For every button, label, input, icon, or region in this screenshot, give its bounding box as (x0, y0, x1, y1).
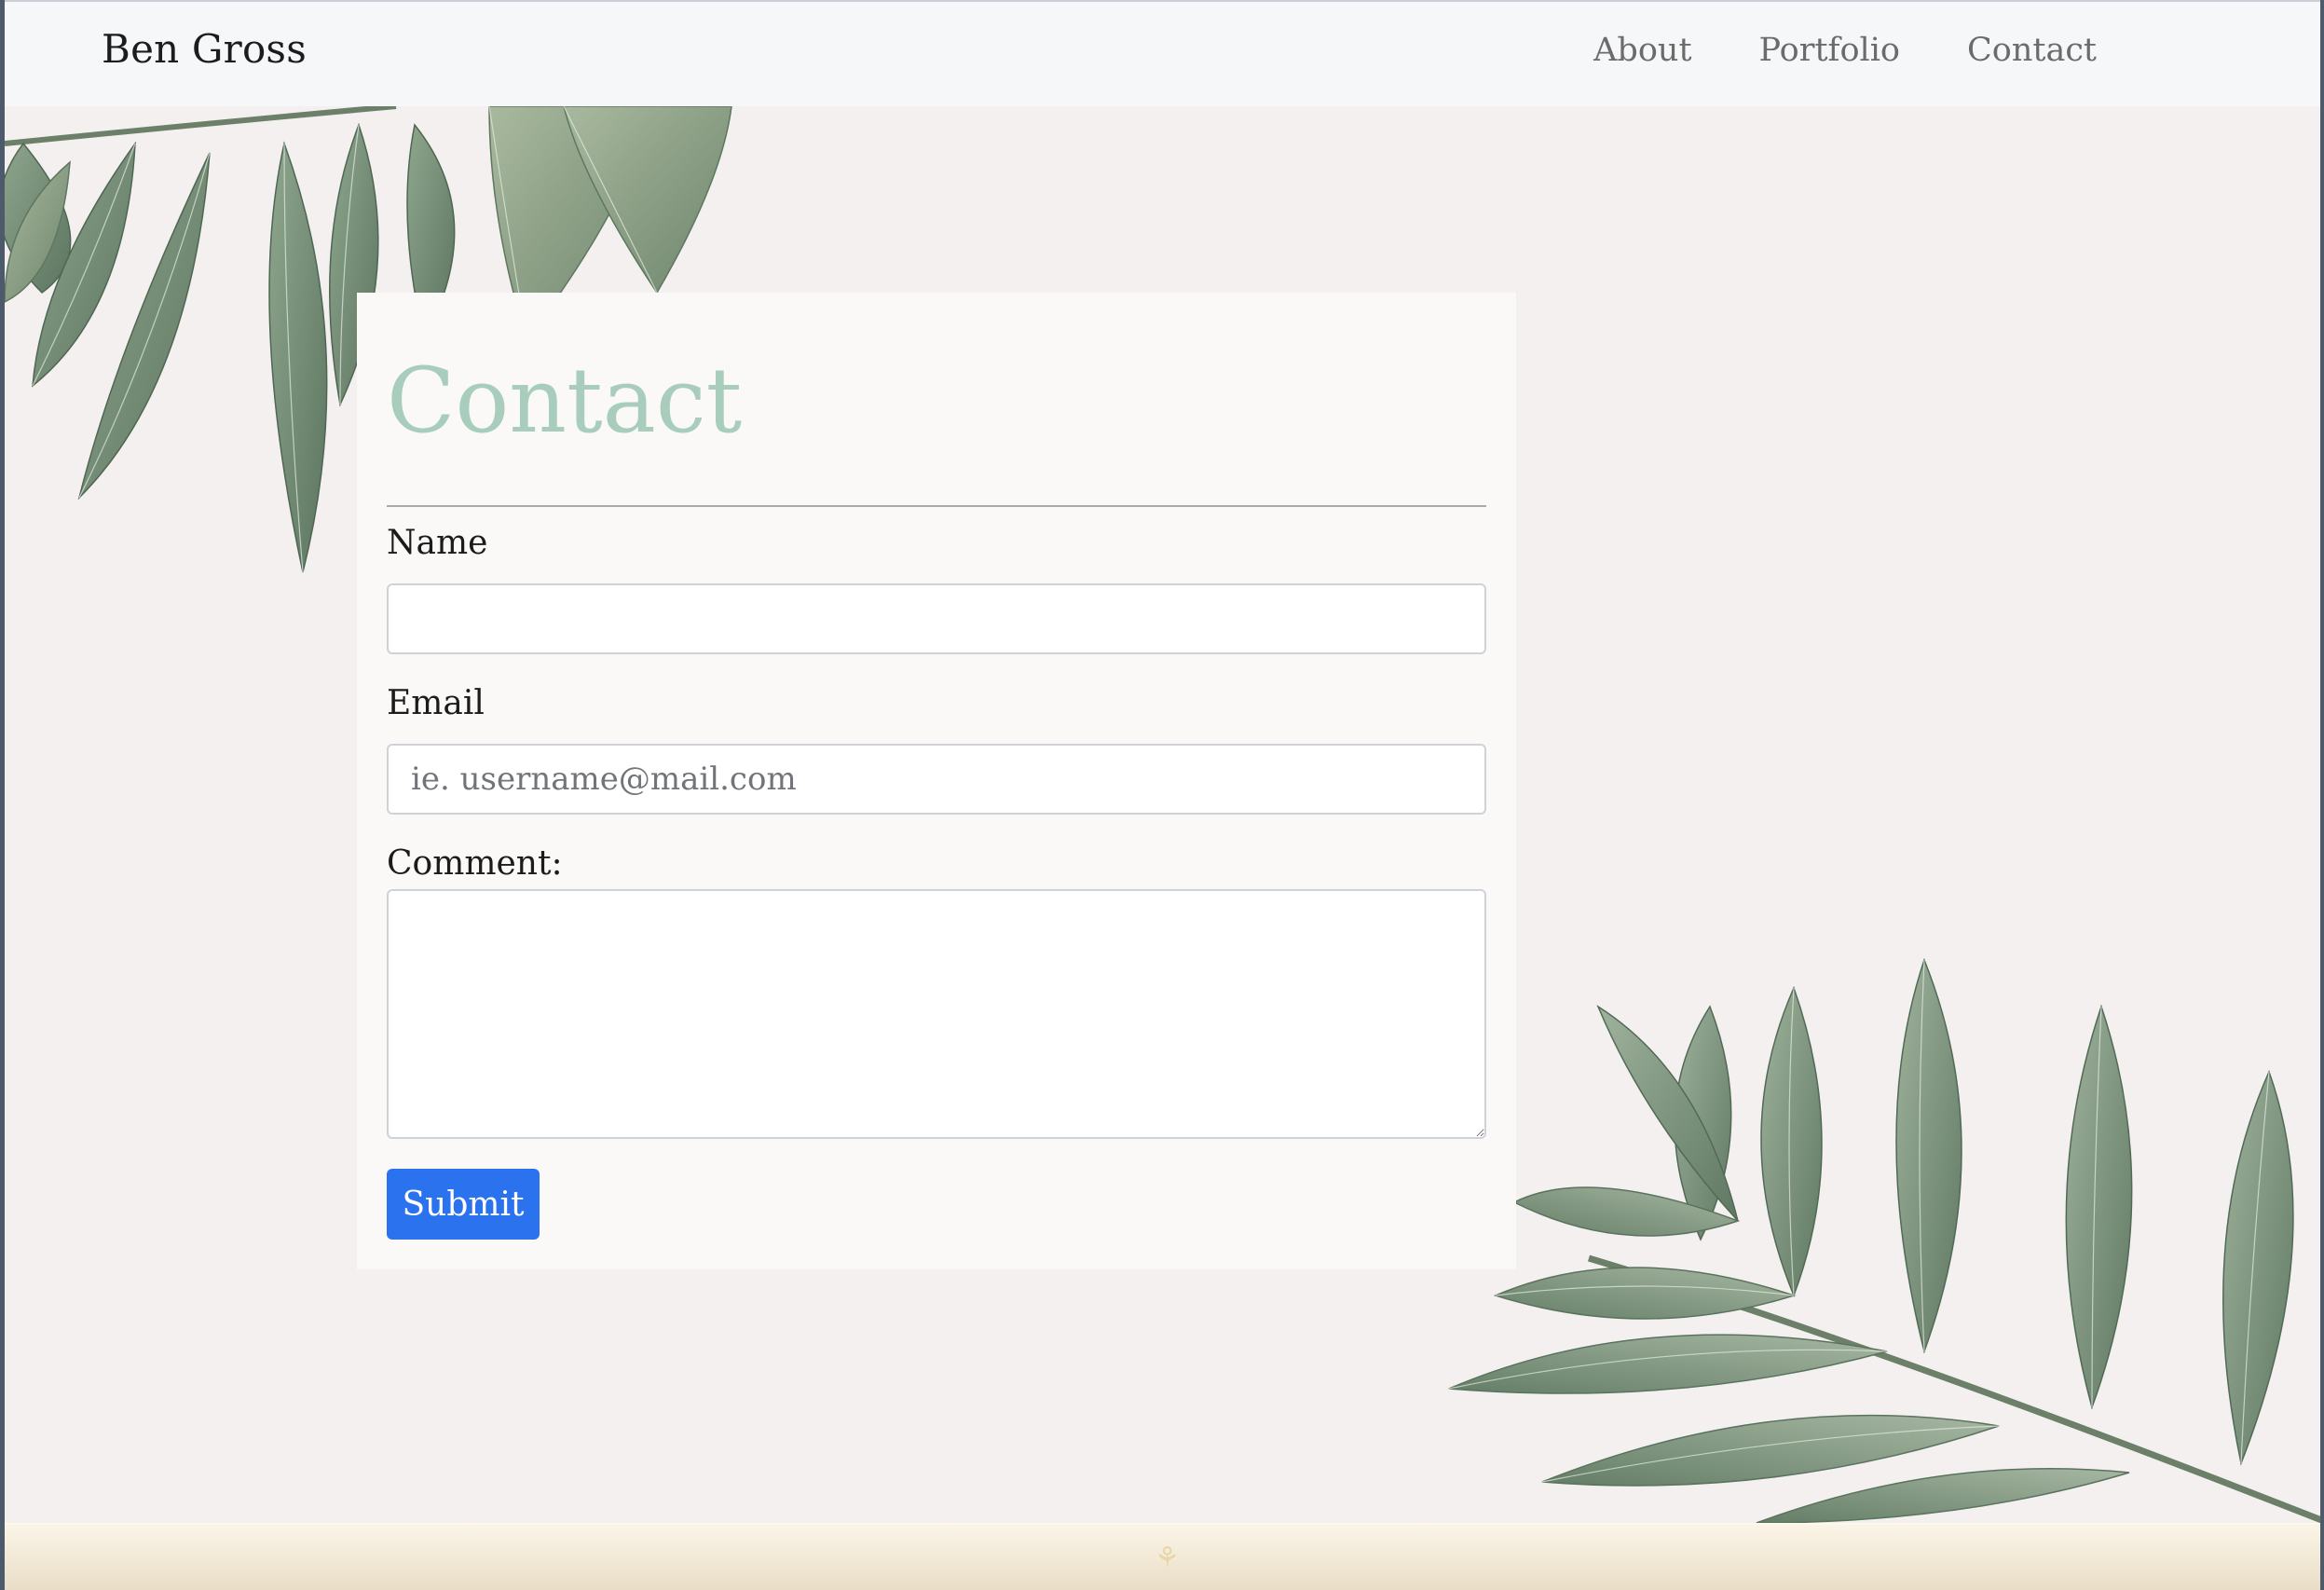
navbar: Ben Gross About Portfolio Contact (5, 0, 2320, 106)
site-brand[interactable]: Ben Gross (102, 26, 307, 72)
email-label: Email (387, 684, 485, 722)
browser-viewport: Ben Gross About Portfolio Contact Contac… (0, 0, 2324, 1590)
nav-link-about[interactable]: About (1593, 32, 1691, 69)
nav-link-portfolio[interactable]: Portfolio (1759, 32, 1900, 69)
email-input[interactable] (387, 744, 1486, 815)
name-label: Name (387, 524, 488, 562)
leaf-ornament-icon: ⚘ (1155, 1542, 1180, 1574)
name-input[interactable] (387, 583, 1486, 654)
nav-links: About Portfolio Contact (1593, 32, 2097, 69)
nav-link-contact[interactable]: Contact (1967, 32, 2097, 69)
submit-button[interactable]: Submit (387, 1169, 540, 1240)
contact-title: Contact (387, 349, 743, 453)
comment-label: Comment: (387, 844, 563, 883)
comment-textarea[interactable] (387, 889, 1486, 1139)
title-divider (387, 505, 1486, 507)
footer: ⚘ (5, 1523, 2320, 1590)
contact-card: Contact Name Email Comment: Submit (357, 293, 1516, 1269)
leaf-decoration-bottom (1448, 957, 2320, 1523)
